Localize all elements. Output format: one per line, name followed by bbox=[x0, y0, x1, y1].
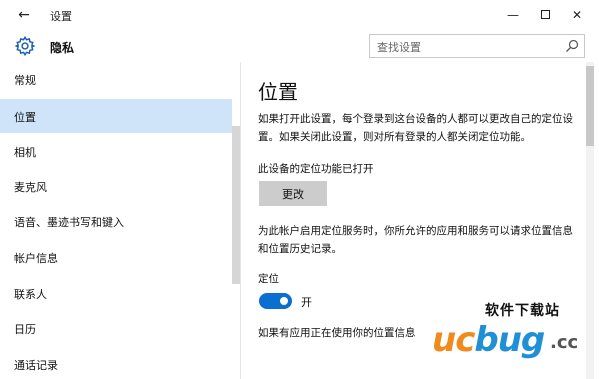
toggle-state-label: 开 bbox=[301, 296, 312, 309]
content-scrollbar-thumb[interactable] bbox=[586, 66, 594, 146]
sidebar-item-account-info[interactable]: 帐户信息 bbox=[0, 240, 232, 274]
section-title: 位置 bbox=[258, 80, 298, 104]
search-icon[interactable] bbox=[565, 39, 579, 53]
sidebar-item-label: 日历 bbox=[14, 323, 36, 336]
location-service-description: 为此帐户启用定位服务时，你所允许的应用和服务可以请求位置信息和位置历史记录。 bbox=[258, 225, 573, 255]
sidebar-item-label: 麦克风 bbox=[14, 181, 47, 194]
sidebar-item-camera[interactable]: 相机 bbox=[0, 134, 232, 168]
maximize-button[interactable] bbox=[530, 4, 560, 26]
toggle-knob bbox=[280, 297, 288, 305]
sidebar: 常规 位置 相机 麦克风 语音、墨迹书写和键入 帐户信息 联系人 日历 通话记录 bbox=[0, 62, 240, 379]
device-location-status: 此设备的定位功能已打开 bbox=[258, 163, 374, 175]
sidebar-item-label: 联系人 bbox=[14, 288, 47, 301]
sidebar-item-general[interactable]: 常规 bbox=[0, 62, 232, 96]
site-watermark: 软件下载站 ucbug .cc bbox=[430, 296, 595, 376]
sidebar-item-call-history[interactable]: 通话记录 bbox=[0, 347, 232, 379]
back-button[interactable]: ← bbox=[14, 6, 34, 24]
sidebar-item-microphone[interactable]: 麦克风 bbox=[0, 169, 232, 203]
sidebar-item-contacts[interactable]: 联系人 bbox=[0, 276, 232, 310]
location-description: 如果打开此设置，每个登录到这台设备的人都可以更改自己的定位设置。如果关闭此设置，… bbox=[258, 113, 573, 143]
watermark-suffix: .cc bbox=[550, 332, 579, 353]
maximize-icon bbox=[540, 10, 550, 19]
page-title: 隐私 bbox=[50, 41, 75, 55]
sidebar-scrollbar[interactable] bbox=[232, 126, 240, 284]
search-input[interactable]: 查找设置 bbox=[369, 34, 585, 58]
watermark-top-text: 软件下载站 bbox=[485, 303, 560, 319]
sidebar-item-label: 常规 bbox=[14, 74, 36, 87]
window-title: 设置 bbox=[50, 10, 72, 23]
sidebar-item-label: 帐户信息 bbox=[14, 252, 58, 265]
watermark-logo: ucbug bbox=[432, 320, 545, 360]
close-button[interactable]: ✕ bbox=[562, 4, 592, 26]
location-toggle[interactable] bbox=[259, 293, 292, 309]
change-button[interactable]: 更改 bbox=[259, 181, 327, 206]
gear-icon bbox=[14, 35, 36, 57]
title-bar: ← 设置 — ✕ bbox=[0, 0, 599, 30]
sidebar-item-location[interactable]: 位置 bbox=[0, 99, 232, 133]
search-placeholder: 查找设置 bbox=[377, 41, 421, 54]
sidebar-item-label: 语音、墨迹书写和键入 bbox=[14, 216, 124, 229]
sidebar-item-calendar[interactable]: 日历 bbox=[0, 311, 232, 345]
minimize-button[interactable]: — bbox=[498, 4, 528, 26]
sidebar-item-speech-inking-typing[interactable]: 语音、墨迹书写和键入 bbox=[0, 204, 232, 238]
sidebar-item-label: 相机 bbox=[14, 146, 36, 159]
sidebar-item-label: 通话记录 bbox=[14, 359, 58, 372]
settings-window: ← 设置 — ✕ 隐私 查找设置 常规 位置 相机 麦克风 语音、墨迹书写和键入… bbox=[0, 0, 599, 379]
sidebar-item-label: 位置 bbox=[14, 111, 36, 124]
location-toggle-label: 定位 bbox=[258, 273, 279, 285]
